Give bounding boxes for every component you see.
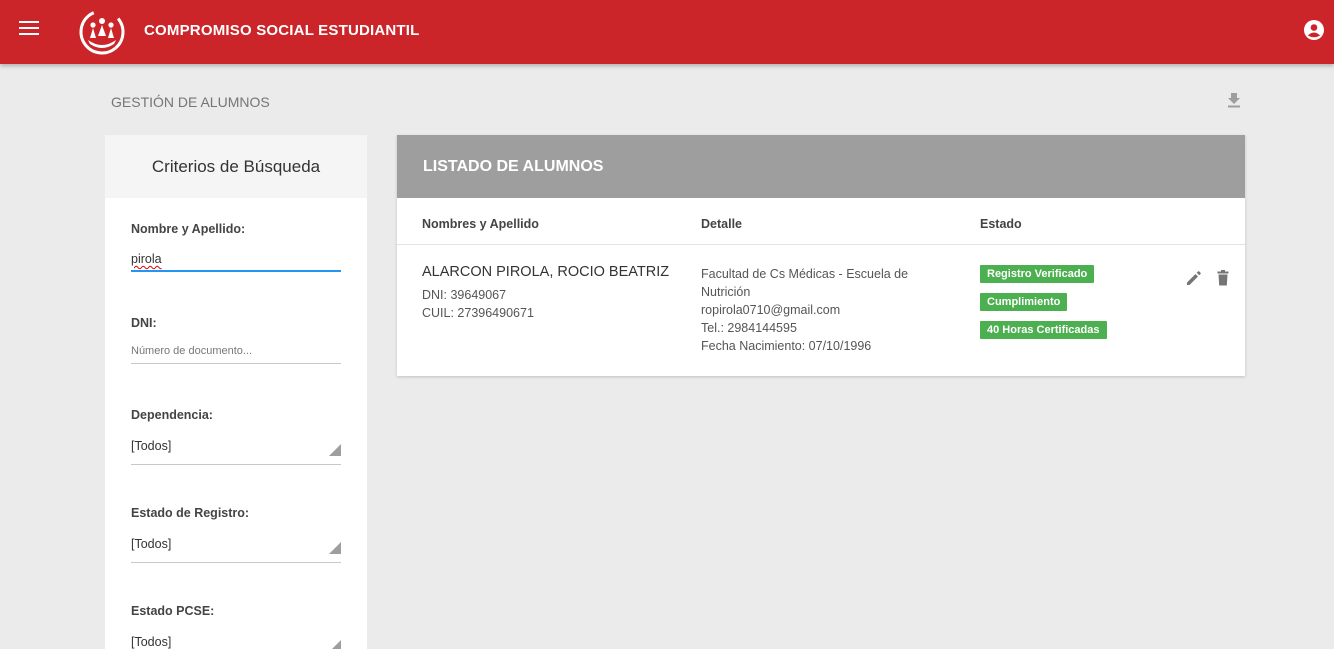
column-header-name: Nombres y Apellido — [422, 217, 539, 231]
menu-icon[interactable] — [19, 21, 39, 37]
dni-input[interactable]: Número de documento... — [131, 340, 341, 364]
dependencia-field: Dependencia: [Todos] — [131, 408, 341, 465]
estado-registro-select[interactable]: [Todos] — [131, 533, 341, 563]
student-faculty: Facultad de Cs Médicas - Escuela de — [701, 267, 909, 281]
column-header-detail: Detalle — [701, 217, 742, 231]
status-badge: 40 Horas Certificadas — [980, 321, 1107, 339]
student-list-panel: LISTADO DE ALUMNOS Nombres y Apellido De… — [397, 135, 1245, 376]
status-badge: Cumplimiento — [980, 293, 1068, 311]
student-birthdate: Fecha Nacimiento: 07/10/1996 — [701, 339, 872, 353]
status-badge: Registro Verificado — [980, 265, 1095, 283]
download-icon[interactable] — [1226, 92, 1242, 108]
dependencia-value: [Todos] — [131, 439, 172, 453]
search-criteria-panel: Criterios de Búsqueda Nombre y Apellido:… — [105, 135, 367, 649]
student-school: Nutrición — [701, 285, 751, 299]
name-label: Nombre y Apellido: — [131, 222, 246, 236]
student-email: ropirola0710@gmail.com — [701, 303, 841, 317]
dropdown-arrow-icon — [329, 640, 341, 649]
app-title: COMPROMISO SOCIAL ESTUDIANTIL — [144, 22, 420, 39]
student-cuil: CUIL: 27396490671 — [422, 306, 534, 320]
estado-pcse-value: [Todos] — [131, 635, 172, 649]
estado-pcse-select[interactable]: [Todos] — [131, 631, 341, 649]
dropdown-arrow-icon — [329, 444, 341, 456]
name-input[interactable]: pirola — [131, 248, 341, 272]
dropdown-arrow-icon — [329, 542, 341, 554]
student-list-title: LISTADO DE ALUMNOS — [397, 135, 1245, 198]
estado-registro-label: Estado de Registro: — [131, 506, 250, 520]
estado-pcse-field: Estado PCSE: [Todos] — [131, 604, 341, 649]
estado-registro-field: Estado de Registro: [Todos] — [131, 506, 341, 563]
estado-registro-value: [Todos] — [131, 537, 172, 551]
dni-field: DNI: Número de documento... — [131, 316, 341, 364]
page-title: GESTIÓN DE ALUMNOS — [111, 94, 270, 110]
edit-icon[interactable] — [1185, 269, 1203, 287]
header-divider — [397, 244, 1245, 245]
name-input-value: pirola — [131, 252, 162, 266]
dni-label: DNI: — [131, 316, 157, 330]
name-field: Nombre y Apellido: pirola — [131, 222, 341, 272]
delete-icon[interactable] — [1214, 269, 1232, 287]
search-criteria-title: Criterios de Búsqueda — [105, 135, 367, 198]
student-name: ALARCON PIROLA, ROCIO BEATRIZ — [422, 264, 670, 280]
dependencia-select[interactable]: [Todos] — [131, 435, 341, 465]
student-dni: DNI: 39649067 — [422, 288, 507, 302]
top-app-bar: COMPROMISO SOCIAL ESTUDIANTIL — [0, 0, 1334, 64]
account-circle-icon[interactable] — [1304, 20, 1324, 40]
dependencia-label: Dependencia: — [131, 408, 213, 422]
student-phone: Tel.: 2984144595 — [701, 321, 797, 335]
logo-icon — [78, 8, 126, 56]
estado-pcse-label: Estado PCSE: — [131, 604, 215, 618]
column-header-status: Estado — [980, 217, 1022, 231]
